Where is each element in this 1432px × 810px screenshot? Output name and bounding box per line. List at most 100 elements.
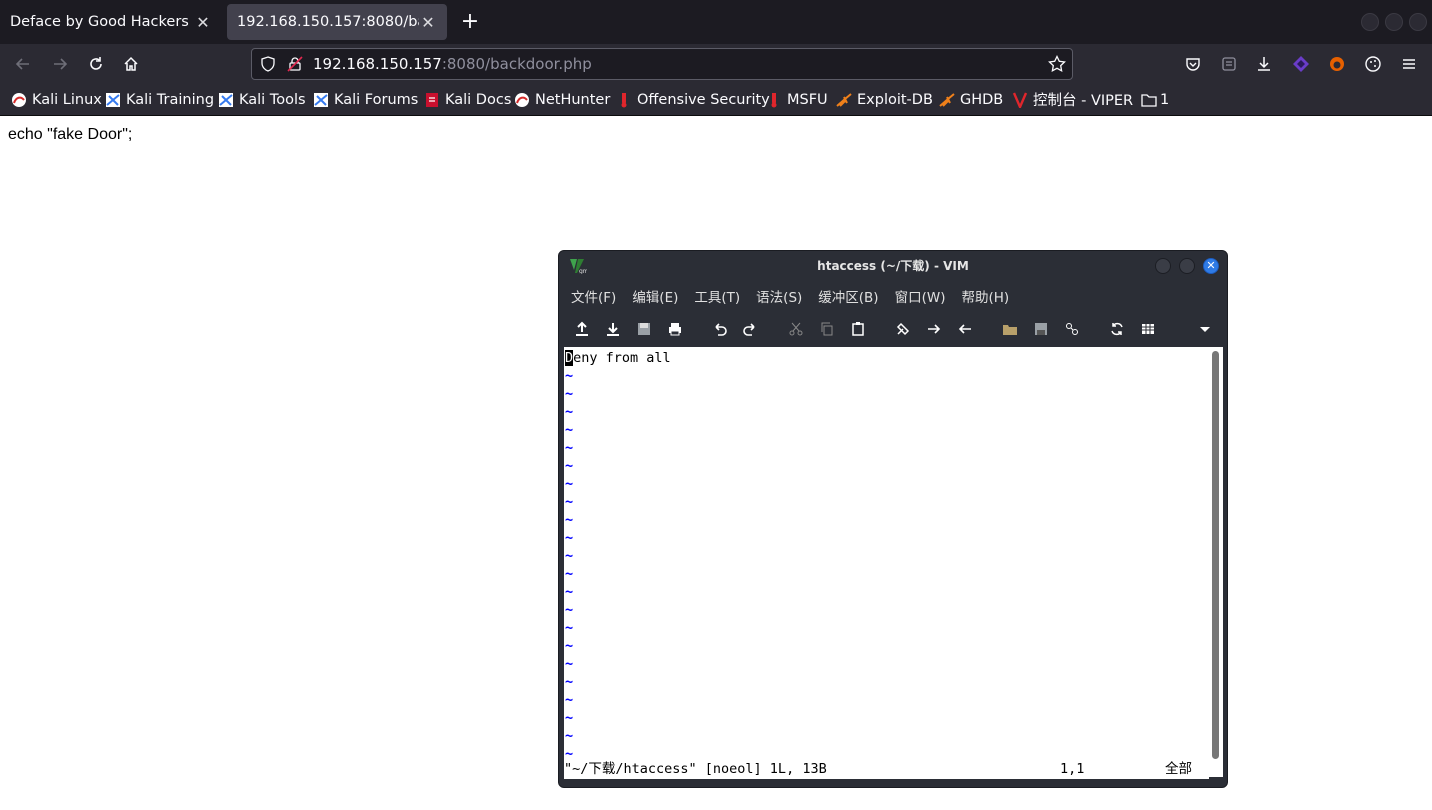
bookmark-label: Offensive Security bbox=[637, 91, 770, 108]
menu-help[interactable]: 帮助(H) bbox=[961, 286, 1009, 306]
bookmark-kali-linux[interactable]: Kali Linux bbox=[11, 84, 102, 115]
find-replace-icon[interactable] bbox=[894, 320, 912, 338]
print-icon[interactable] bbox=[666, 320, 684, 338]
copy-icon[interactable] bbox=[818, 320, 836, 338]
empty-line-tilde: ~ bbox=[565, 692, 574, 708]
insecure-lock-icon[interactable] bbox=[287, 56, 303, 76]
vim-text-area[interactable]: Deny from all ~ ~ ~ ~ ~ ~ ~ ~ ~ ~ ~ ~ ~ ~ ~ ~ ~ ~ ~ ~ ~ ~ bbox=[564, 347, 1209, 762]
vim-title: htaccess (~/下载) - VIM bbox=[817, 259, 969, 273]
bookmark-folder-1[interactable]: 1 bbox=[1141, 84, 1169, 115]
close-window-button[interactable] bbox=[1409, 13, 1427, 31]
save-all-icon[interactable] bbox=[635, 320, 653, 338]
tab-backdoor[interactable]: 192.168.150.157:8080/backdoor.php ✕ bbox=[227, 4, 447, 40]
menu-hamburger-icon[interactable] bbox=[1398, 53, 1420, 75]
download-icon[interactable] bbox=[1253, 53, 1275, 75]
load-session-icon[interactable] bbox=[1001, 320, 1019, 338]
status-scroll-percent: 全部 bbox=[1165, 761, 1192, 777]
empty-line-tilde: ~ bbox=[565, 440, 574, 456]
bookmark-viper[interactable]: 控制台 - VIPER bbox=[1012, 84, 1133, 115]
bookmark-kali-tools[interactable]: Kali Tools bbox=[218, 84, 306, 115]
empty-line-tilde: ~ bbox=[565, 638, 574, 654]
vim-logo-icon: gm bbox=[569, 258, 589, 275]
menu-tools[interactable]: 工具(T) bbox=[694, 286, 740, 306]
save-session-icon[interactable] bbox=[1032, 320, 1050, 338]
tab-close-icon[interactable]: ✕ bbox=[419, 13, 437, 32]
vim-close-button[interactable]: ✕ bbox=[1203, 258, 1219, 274]
open-file-icon[interactable] bbox=[573, 320, 591, 338]
tab-deface[interactable]: Deface by Good Hackers ✕ bbox=[0, 4, 222, 40]
bookmark-nethunter[interactable]: NetHunter bbox=[514, 84, 610, 115]
tab-close-icon[interactable]: ✕ bbox=[194, 13, 212, 32]
maximize-window-button[interactable] bbox=[1385, 13, 1403, 31]
bookmark-exploit-db[interactable]: Exploit-DB bbox=[836, 84, 933, 115]
menu-syntax[interactable]: 语法(S) bbox=[756, 286, 802, 306]
kali-training-icon bbox=[105, 92, 121, 108]
build-tags-icon[interactable] bbox=[1139, 320, 1157, 338]
minimize-window-button[interactable] bbox=[1361, 13, 1379, 31]
pocket-icon[interactable] bbox=[1182, 53, 1204, 75]
paste-icon[interactable] bbox=[849, 320, 867, 338]
new-tab-button[interactable]: + bbox=[458, 8, 482, 36]
menu-file[interactable]: 文件(F) bbox=[571, 286, 616, 306]
empty-line-tilde: ~ bbox=[565, 566, 574, 582]
reload-icon[interactable] bbox=[85, 53, 107, 75]
redo-icon[interactable] bbox=[741, 320, 759, 338]
empty-line-tilde: ~ bbox=[565, 602, 574, 618]
msfu-icon bbox=[766, 92, 782, 108]
run-script-icon[interactable] bbox=[1063, 320, 1081, 338]
bookmark-label: Kali Training bbox=[126, 91, 215, 108]
make-icon[interactable] bbox=[1108, 320, 1126, 338]
cut-icon[interactable] bbox=[787, 320, 805, 338]
kali-dragon-icon bbox=[11, 92, 27, 108]
vim-window: htaccess (~/下载) - VIM gm ✕ 文件(F) 编辑(E) 工… bbox=[558, 250, 1228, 788]
menu-window[interactable]: 窗口(W) bbox=[895, 286, 946, 306]
undo-icon[interactable] bbox=[711, 320, 729, 338]
scrollbar-thumb[interactable] bbox=[1212, 351, 1219, 759]
back-arrow-icon[interactable] bbox=[12, 53, 34, 75]
bookmark-label: Kali Tools bbox=[239, 91, 306, 108]
bookmark-label: MSFU bbox=[787, 91, 828, 108]
empty-line-tilde: ~ bbox=[565, 548, 574, 564]
bookmark-label: Kali Forums bbox=[334, 91, 419, 108]
save-file-icon[interactable] bbox=[604, 320, 622, 338]
bookmark-msfu[interactable]: MSFU bbox=[766, 84, 828, 115]
buffer-line-1: Deny from all bbox=[565, 349, 671, 367]
buffer-line-text: eny from all bbox=[573, 350, 671, 366]
shield-icon[interactable] bbox=[260, 56, 276, 76]
bookmark-offensive-security[interactable]: Offensive Security bbox=[616, 84, 770, 115]
vim-minimize-button[interactable] bbox=[1155, 258, 1171, 274]
viper-icon bbox=[1012, 92, 1028, 110]
empty-line-tilde: ~ bbox=[565, 476, 574, 492]
bookmark-star-icon[interactable] bbox=[1048, 54, 1066, 77]
reader-view-icon[interactable] bbox=[1218, 53, 1240, 75]
menu-edit[interactable]: 编辑(E) bbox=[632, 286, 678, 306]
home-icon[interactable] bbox=[120, 53, 142, 75]
empty-line-tilde: ~ bbox=[565, 620, 574, 636]
bookmark-kali-training[interactable]: Kali Training bbox=[105, 84, 214, 115]
menu-buffers[interactable]: 缓冲区(B) bbox=[818, 286, 878, 306]
bookmark-kali-forums[interactable]: Kali Forums bbox=[313, 84, 418, 115]
vim-scrollbar[interactable] bbox=[1209, 347, 1223, 777]
empty-line-tilde: ~ bbox=[565, 584, 574, 600]
extension-fox-icon[interactable] bbox=[1326, 53, 1348, 75]
empty-line-tilde: ~ bbox=[565, 386, 574, 402]
bookmark-kali-docs[interactable]: Kali Docs bbox=[424, 84, 511, 115]
bookmark-label: 控制台 - VIPER bbox=[1033, 93, 1134, 109]
forward-arrow-icon[interactable] bbox=[49, 53, 71, 75]
status-cursor-position: 1,1 bbox=[1060, 761, 1085, 777]
empty-line-tilde: ~ bbox=[565, 530, 574, 546]
folder-icon bbox=[1141, 92, 1157, 108]
nethunter-icon bbox=[514, 92, 530, 108]
toolbar-overflow-chevron-down-icon[interactable] bbox=[1196, 320, 1214, 338]
offsec-icon bbox=[616, 92, 632, 108]
vim-maximize-button[interactable] bbox=[1179, 258, 1195, 274]
find-previous-icon[interactable] bbox=[956, 320, 974, 338]
extension-purple-icon[interactable] bbox=[1290, 53, 1312, 75]
kali-tools-icon bbox=[218, 92, 234, 108]
url-bar[interactable]: 192.168.150.157:8080/backdoor.php bbox=[251, 48, 1073, 80]
extension-cookie-icon[interactable] bbox=[1362, 53, 1384, 75]
find-next-icon[interactable] bbox=[925, 320, 943, 338]
bookmark-ghdb[interactable]: GHDB bbox=[939, 84, 1003, 115]
bookmark-label: Kali Linux bbox=[32, 91, 102, 108]
bookmark-label: GHDB bbox=[960, 91, 1004, 108]
